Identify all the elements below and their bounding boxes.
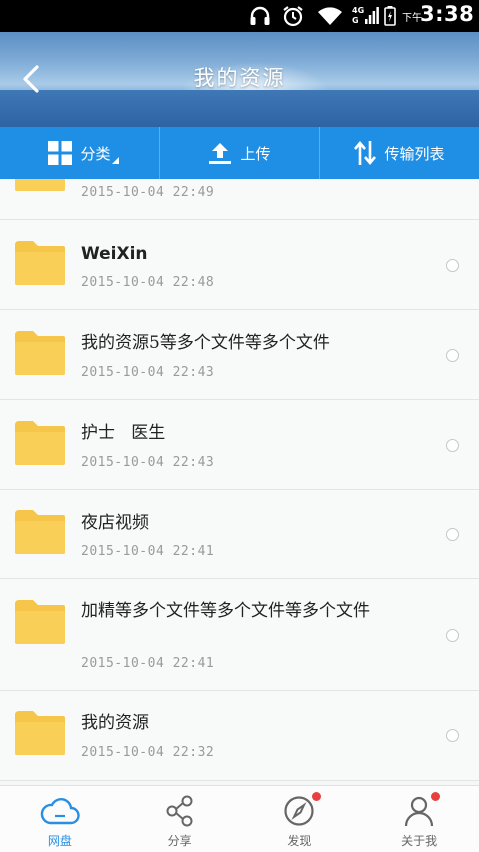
list-item[interactable]: 2015-10-04 22:49 bbox=[0, 179, 479, 220]
file-name: WeiXin bbox=[81, 244, 148, 264]
upload-button[interactable]: 上传 bbox=[159, 127, 319, 179]
folder-icon bbox=[15, 179, 65, 191]
file-date: 2015-10-04 22:41 bbox=[81, 656, 215, 671]
transfer-list-label: 传输列表 bbox=[384, 144, 445, 163]
select-radio[interactable] bbox=[446, 729, 459, 742]
select-radio[interactable] bbox=[446, 349, 459, 362]
nav-about-me[interactable]: 关于我 bbox=[359, 786, 479, 852]
time-prefix: 下午 bbox=[402, 13, 422, 24]
folder-icon bbox=[15, 600, 65, 644]
file-date: 2015-10-04 22:32 bbox=[81, 745, 215, 760]
upload-icon bbox=[208, 141, 232, 165]
file-name: 护士 医生 bbox=[81, 423, 166, 443]
select-radio[interactable] bbox=[446, 259, 459, 272]
file-date: 2015-10-04 22:41 bbox=[81, 544, 215, 559]
file-name: 夜店视频 bbox=[81, 513, 149, 533]
nav-share[interactable]: 分享 bbox=[120, 786, 240, 852]
notification-badge bbox=[431, 792, 441, 801]
share-icon bbox=[165, 794, 195, 828]
file-date: 2015-10-04 22:43 bbox=[81, 455, 215, 470]
file-date: 2015-10-04 22:43 bbox=[81, 365, 215, 380]
alarm-icon bbox=[280, 5, 306, 27]
toolbar: 分类 上传 传输列表 bbox=[0, 127, 479, 179]
list-item[interactable]: WeiXin 2015-10-04 22:48 bbox=[0, 220, 479, 310]
list-item[interactable]: 夜店视频 2015-10-04 22:41 bbox=[0, 490, 479, 579]
list-item[interactable]: 加精等多个文件等多个文件等多个文件 2015-10-04 22:41 bbox=[0, 579, 479, 691]
battery-icon bbox=[382, 5, 398, 27]
notification-badge bbox=[312, 792, 322, 801]
file-name: 我的资源 bbox=[81, 713, 149, 733]
file-date: 2015-10-04 22:49 bbox=[81, 185, 215, 200]
select-radio[interactable] bbox=[446, 439, 459, 452]
nav-label: 分享 bbox=[167, 834, 192, 848]
status-bar: 4G G 下午 3:38 bbox=[0, 0, 479, 32]
nav-cloud-drive[interactable]: 网盘 bbox=[0, 786, 120, 852]
list-item[interactable]: 护士 医生 2015-10-04 22:43 bbox=[0, 400, 479, 490]
category-button[interactable]: 分类 bbox=[0, 127, 159, 179]
upload-label: 上传 bbox=[240, 144, 271, 163]
header: 我的资源 bbox=[0, 32, 479, 127]
category-label: 分类 bbox=[80, 144, 111, 163]
cloud-icon bbox=[40, 794, 80, 828]
select-radio[interactable] bbox=[446, 629, 459, 642]
file-name: 我的资源5等多个文件等多个文件 bbox=[81, 333, 330, 353]
signal-icon bbox=[364, 5, 380, 27]
file-list: 2015-10-04 22:49 WeiXin 2015-10-04 22:48… bbox=[0, 179, 479, 785]
file-date: 2015-10-04 22:48 bbox=[81, 275, 215, 290]
list-item[interactable]: 我的资源 2015-10-04 22:32 bbox=[0, 691, 479, 781]
compass-icon bbox=[283, 792, 322, 828]
user-icon bbox=[404, 792, 441, 828]
grid-icon bbox=[48, 141, 73, 165]
header-sea bbox=[0, 90, 479, 127]
folder-icon bbox=[15, 331, 65, 375]
headphones-icon bbox=[247, 5, 273, 27]
file-name: 加精等多个文件等多个文件等多个文件 bbox=[81, 601, 370, 621]
dropdown-caret-icon bbox=[112, 157, 119, 164]
nav-label: 关于我 bbox=[401, 834, 438, 848]
folder-icon bbox=[15, 711, 65, 755]
folder-icon bbox=[15, 510, 65, 554]
nav-label: 发现 bbox=[287, 834, 312, 848]
network-type: 4G G bbox=[352, 6, 365, 25]
transfer-list-button[interactable]: 传输列表 bbox=[319, 127, 479, 179]
transfer-arrows-icon bbox=[354, 140, 377, 166]
list-item[interactable]: 我的资源5等多个文件等多个文件 2015-10-04 22:43 bbox=[0, 310, 479, 400]
nav-discover[interactable]: 发现 bbox=[240, 786, 360, 852]
nav-label: 网盘 bbox=[47, 834, 72, 848]
folder-icon bbox=[15, 421, 65, 465]
clock: 3:38 bbox=[420, 2, 475, 26]
select-radio[interactable] bbox=[446, 528, 459, 541]
bottom-nav: 网盘 分享 发现 关于我 bbox=[0, 785, 479, 852]
page-title: 我的资源 bbox=[193, 66, 286, 90]
folder-icon bbox=[15, 241, 65, 285]
wifi-icon bbox=[316, 5, 344, 27]
